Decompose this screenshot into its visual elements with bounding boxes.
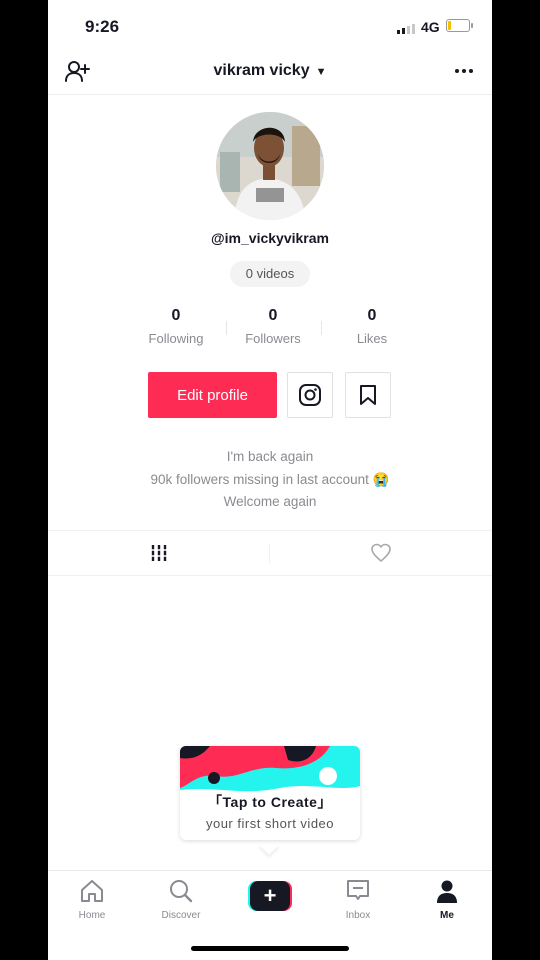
nav-label: Discover [161,910,201,921]
stat-value: 0 [268,307,278,324]
tab-liked[interactable] [270,531,492,575]
instagram-button[interactable] [287,372,333,418]
bio-line: I'm back again [226,449,314,464]
app-screen: 9:26 4G vikram vicky ▼ @im_vickyvikram 0… [48,0,492,960]
nav-home[interactable]: Home [48,877,136,921]
instagram-icon [299,384,321,406]
home-indicator [191,946,349,951]
stat-following[interactable]: 0 Following [131,307,221,346]
home-icon [81,880,103,902]
favorites-button[interactable] [345,372,391,418]
search-icon [170,880,193,903]
nav-discover[interactable]: Discover [137,877,225,921]
stat-followers[interactable]: 0 Followers [228,307,318,346]
stat-label: Followers [245,331,301,346]
inbox-icon [347,880,369,900]
edit-profile-button[interactable]: Edit profile [148,372,277,418]
nav-label: Inbox [345,910,371,921]
plus-icon: + [250,881,290,911]
caret-down-icon: ▼ [315,66,327,78]
stat-likes[interactable]: 0 Likes [327,307,417,346]
profile-bio: I'm back again 90k followers missing in … [48,446,492,514]
divider [321,321,322,335]
content-tabs [48,530,492,576]
nav-label: Home [78,910,106,921]
bio-line: Welcome again [223,494,317,509]
battery-icon [446,19,473,32]
bottom-nav: Home Discover + Inbox Me [48,870,492,960]
decorative-banner [180,746,360,796]
battery-level [448,21,451,30]
status-time: 9:26 [85,17,120,36]
videos-count-badge: 0 videos [230,261,310,287]
stat-label: Following [148,331,204,346]
create-button[interactable]: + [248,881,292,911]
create-title: 「Tap to Create」 [208,794,332,810]
more-icon[interactable] [450,60,478,82]
profile-stats: 0 Following 0 Followers 0 Likes [131,307,411,351]
bio-line: 90k followers missing in last account 😭 [150,471,390,487]
page-title[interactable]: vikram vicky ▼ [48,62,492,80]
me-icon [437,880,457,903]
create-subtitle: your first short video [205,816,335,831]
nav-inbox[interactable]: Inbox [314,877,402,921]
grid-icon [150,545,168,561]
bookmark-icon [360,385,376,405]
stat-value: 0 [171,307,181,324]
tab-videos[interactable] [48,531,270,575]
profile-handle: @im_vickyvikram [211,230,329,246]
divider [226,321,227,335]
heart-icon [371,543,391,562]
stat-value: 0 [367,307,377,324]
profile-header: vikram vicky ▼ [48,50,492,95]
signal-icon [397,24,415,34]
stat-label: Likes [356,331,388,346]
account-name: vikram vicky [213,62,310,79]
status-bar: 9:26 4G [48,0,492,50]
nav-me[interactable]: Me [403,877,491,921]
tap-to-create-card[interactable]: 「Tap to Create」 your first short video [180,746,360,840]
avatar[interactable] [216,112,324,220]
network-type: 4G [421,19,440,35]
nav-label: Me [440,910,454,921]
